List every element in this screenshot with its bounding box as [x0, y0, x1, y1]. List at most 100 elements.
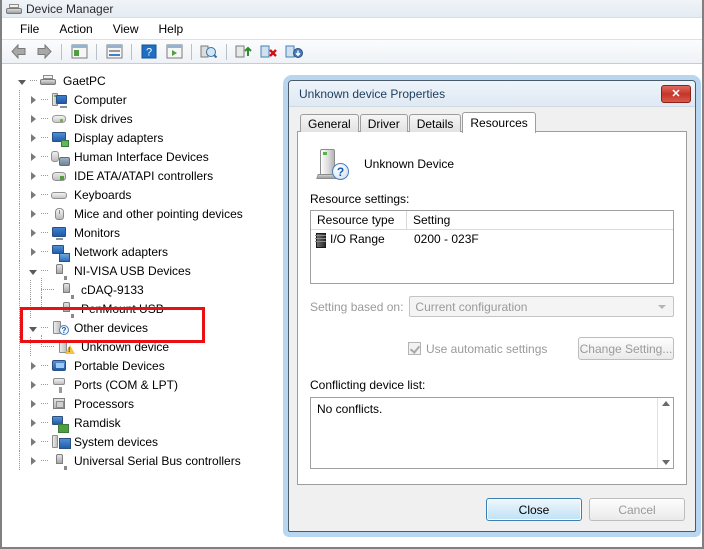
disable-device-button[interactable] [282, 41, 306, 63]
checkbox-checked-icon [408, 342, 421, 355]
mouse-icon [51, 206, 69, 222]
column-header-resource-type[interactable]: Resource type [311, 211, 407, 229]
ide-controller-icon [51, 168, 69, 184]
expander-collapsed-icon[interactable] [25, 451, 41, 470]
show-hide-action-pane-button[interactable] [162, 41, 186, 63]
expander-collapsed-icon[interactable] [25, 185, 41, 204]
uninstall-device-button[interactable] [257, 41, 281, 63]
tree-connector [41, 223, 51, 242]
scan-for-hardware-changes-button[interactable] [197, 41, 221, 63]
expander-expanded-icon[interactable] [25, 261, 41, 280]
conflicting-device-list-text: No conflicts. [317, 402, 383, 416]
tree-connector [41, 128, 51, 147]
usb-device-icon [58, 282, 76, 299]
expander-collapsed-icon[interactable] [25, 90, 41, 109]
expander-collapsed-icon[interactable] [25, 356, 41, 375]
setting-based-on-value: Current configuration [415, 299, 528, 314]
change-setting-button[interactable]: Change Setting... [578, 337, 674, 360]
expander-collapsed-icon[interactable] [25, 394, 41, 413]
keyboard-icon [51, 187, 69, 203]
expander-collapsed-icon[interactable] [25, 166, 41, 185]
tree-connector [14, 204, 25, 223]
menu-file[interactable]: File [10, 20, 49, 38]
tab-driver[interactable]: Driver [359, 114, 408, 132]
tree-item-label: Processors [74, 396, 135, 411]
expander-collapsed-icon[interactable] [25, 204, 41, 223]
back-button[interactable] [7, 41, 31, 63]
tree-item-label: Display adapters [74, 130, 164, 145]
scroll-up-icon[interactable] [661, 401, 670, 406]
tree-connector [14, 356, 25, 375]
portable-device-icon [51, 358, 69, 374]
toolbar: ? [2, 40, 702, 64]
expander-collapsed-icon[interactable] [25, 147, 41, 166]
tree-connector [25, 337, 36, 356]
device-header: ? Unknown Device [310, 142, 674, 186]
update-driver-button[interactable] [232, 41, 256, 63]
properties-button[interactable] [102, 41, 126, 63]
tree-connector [14, 375, 25, 394]
expander-collapsed-icon[interactable] [25, 223, 41, 242]
other-device-question-icon: ? [51, 320, 69, 336]
tree-item-label: PenMount USB [81, 301, 164, 316]
dialog-body: General Driver Details Resources ? Unkno… [297, 111, 687, 485]
tab-resources[interactable]: Resources [462, 112, 536, 133]
window-title: Device Manager [26, 1, 114, 16]
tree-connector [41, 451, 51, 470]
expander-collapsed-icon[interactable] [25, 375, 41, 394]
tree-connector [14, 413, 25, 432]
resource-settings-list[interactable]: Resource type Setting I/O Range 0200 - 0… [310, 210, 674, 284]
forward-button[interactable] [32, 41, 56, 63]
tree-item-label: System devices [74, 434, 159, 449]
tree-connector [41, 109, 51, 128]
column-header-setting[interactable]: Setting [407, 211, 673, 229]
conflicting-device-list-box[interactable]: No conflicts. [310, 397, 674, 469]
expander-expanded-icon[interactable] [14, 71, 30, 90]
tree-item-label: Disk drives [74, 111, 133, 126]
tree-item-label: Ramdisk [74, 415, 121, 430]
tree-connector [14, 318, 25, 337]
tree-connector [14, 432, 25, 451]
use-automatic-settings-checkbox[interactable]: Use automatic settings [408, 342, 547, 356]
tab-details[interactable]: Details [408, 114, 462, 132]
menu-help[interactable]: Help [149, 20, 194, 38]
table-header-row: Resource type Setting [311, 211, 673, 230]
tree-connector [41, 356, 51, 375]
expander-collapsed-icon[interactable] [25, 413, 41, 432]
display-adapter-icon [51, 130, 69, 147]
disk-drive-icon [51, 111, 69, 127]
show-hide-console-tree-button[interactable] [67, 41, 91, 63]
tab-general[interactable]: General [300, 114, 359, 132]
expander-collapsed-icon[interactable] [25, 432, 41, 451]
tree-connector [14, 299, 25, 318]
close-button[interactable]: Close [486, 498, 582, 521]
cancel-button[interactable]: Cancel [589, 498, 685, 521]
tree-item-label: Universal Serial Bus controllers [74, 453, 241, 468]
expander-collapsed-icon[interactable] [25, 128, 41, 147]
scrollbar[interactable] [657, 398, 673, 468]
tree-connector [25, 280, 36, 299]
expander-collapsed-icon[interactable] [25, 109, 41, 128]
printer-device-icon [6, 2, 22, 16]
monitor-icon [51, 225, 69, 241]
menu-action[interactable]: Action [49, 20, 102, 38]
scroll-down-icon[interactable] [661, 460, 670, 465]
close-icon[interactable]: ✕ [661, 84, 691, 103]
tree-connector [14, 280, 25, 299]
setting-based-on-select[interactable]: Current configuration [409, 296, 674, 317]
menu-view[interactable]: View [103, 20, 149, 38]
help-button[interactable]: ? [137, 41, 161, 63]
table-row[interactable]: I/O Range 0200 - 023F [311, 230, 673, 248]
tree-connector [41, 261, 51, 280]
svg-text:?: ? [146, 47, 152, 59]
toolbar-separator-3 [131, 43, 132, 60]
expander-collapsed-icon[interactable] [25, 242, 41, 261]
computer-printer-icon [40, 73, 58, 89]
setting-based-on-row: Setting based on: Current configuration [310, 296, 674, 317]
automatic-settings-row: Use automatic settings Change Setting... [310, 337, 674, 360]
tree-connector [36, 278, 58, 299]
tree-connector [36, 297, 58, 318]
setting-based-on-label: Setting based on: [310, 299, 404, 314]
expander-expanded-icon[interactable] [25, 318, 41, 337]
toolbar-separator-4 [191, 43, 192, 60]
